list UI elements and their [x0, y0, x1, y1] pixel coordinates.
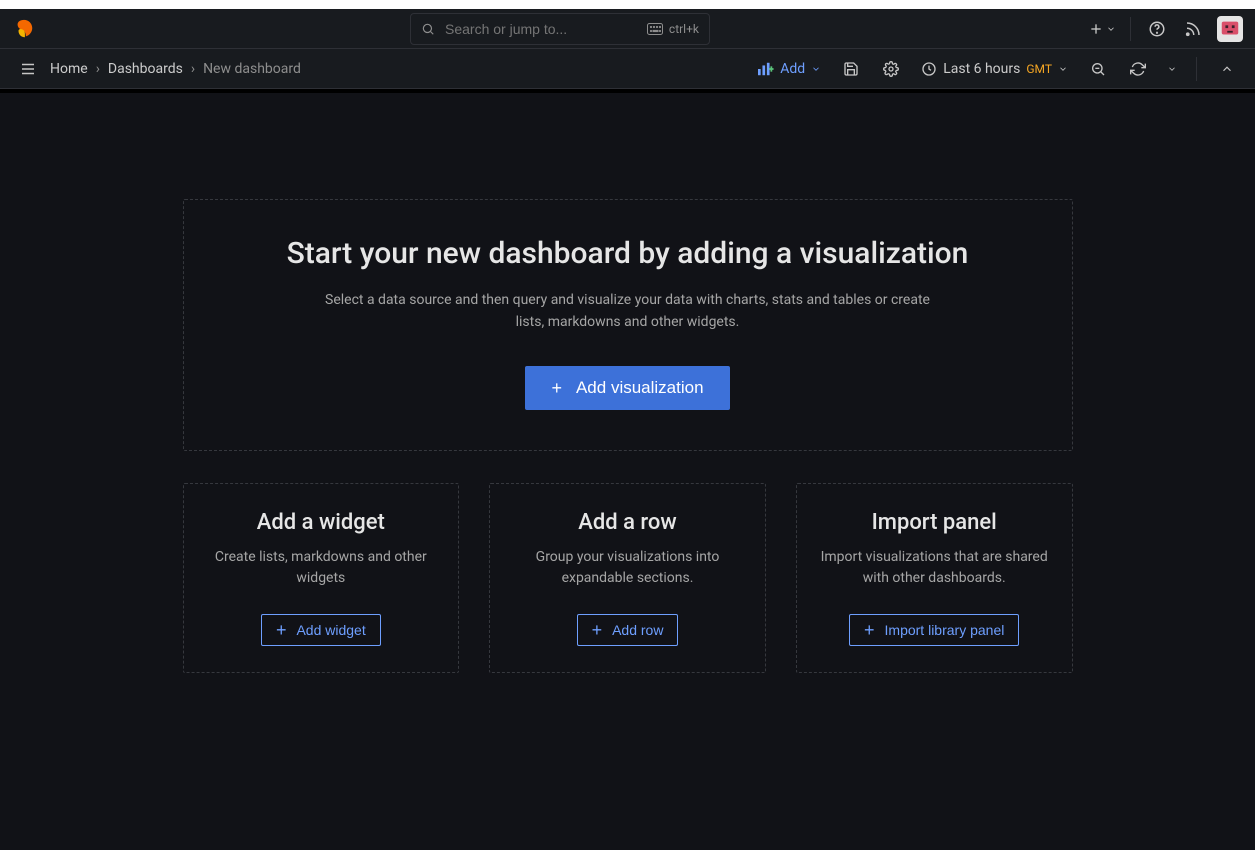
chevron-down-icon — [1058, 64, 1068, 74]
card-title: Add a widget — [202, 510, 441, 535]
breadcrumb-current: New dashboard — [203, 61, 301, 77]
card-add-widget: Add a widget Create lists, markdowns and… — [183, 483, 460, 673]
button-label: Add widget — [296, 622, 365, 638]
card-add-row: Add a row Group your visualizations into… — [489, 483, 766, 673]
card-description: Create lists, markdowns and other widget… — [202, 547, 441, 590]
save-dashboard-button[interactable] — [835, 53, 867, 85]
chevron-down-icon — [1167, 64, 1177, 74]
button-label: Add row — [612, 622, 663, 638]
card-title: Add a row — [508, 510, 747, 535]
breadcrumb-dashboards[interactable]: Dashboards — [108, 61, 183, 77]
breadcrumb-home[interactable]: Home — [50, 61, 88, 77]
search-input[interactable] — [443, 20, 639, 38]
button-label: Add visualization — [576, 378, 704, 398]
global-search[interactable]: ctrl+k — [410, 13, 710, 45]
keyboard-icon — [647, 23, 663, 35]
plus-icon: + — [551, 379, 562, 397]
add-row-button[interactable]: + Add row — [577, 614, 679, 646]
chevron-down-icon — [1106, 24, 1116, 34]
help-button[interactable] — [1141, 13, 1173, 45]
dashboard-settings-button[interactable] — [875, 53, 907, 85]
card-title: Import panel — [815, 510, 1054, 535]
plus-icon: + — [276, 621, 287, 639]
page-toolbar: Home › Dashboards › New dashboard Add — [0, 49, 1255, 89]
divider — [1130, 17, 1131, 41]
hotkey-hint: ctrl+k — [647, 22, 699, 36]
plus-icon: + — [592, 621, 603, 639]
timezone-badge: GMT — [1026, 62, 1052, 76]
refresh-interval-dropdown[interactable] — [1162, 53, 1182, 85]
chevron-down-icon — [811, 64, 821, 74]
card-description: Group your visualizations into expandabl… — [508, 547, 747, 590]
time-range-picker[interactable]: Last 6 hours GMT — [915, 57, 1074, 81]
button-label: Import library panel — [885, 622, 1005, 638]
empty-state-description: Select a data source and then query and … — [318, 289, 938, 334]
browser-chrome-strip — [0, 0, 1255, 9]
add-widget-button[interactable]: + Add widget — [261, 614, 381, 646]
card-import-panel: Import panel Import visualizations that … — [796, 483, 1073, 673]
grafana-logo[interactable] — [12, 17, 36, 41]
time-range-label: Last 6 hours — [943, 61, 1020, 77]
add-visualization-button[interactable]: + Add visualization — [525, 366, 729, 410]
add-panel-dropdown[interactable]: Add — [752, 57, 827, 81]
new-menu-button[interactable] — [1084, 13, 1120, 45]
zoom-out-button[interactable] — [1082, 53, 1114, 85]
breadcrumb-sep: › — [96, 61, 100, 77]
empty-state-card: Start your new dashboard by adding a vis… — [183, 199, 1073, 451]
breadcrumb: Home › Dashboards › New dashboard — [50, 61, 301, 77]
plus-icon: + — [864, 621, 875, 639]
search-icon — [421, 22, 435, 36]
user-avatar[interactable] — [1217, 16, 1243, 42]
empty-state-title: Start your new dashboard by adding a vis… — [208, 236, 1048, 271]
bar-chart-icon — [758, 62, 774, 76]
breadcrumb-sep: › — [191, 61, 195, 77]
collapse-toolbar-button[interactable] — [1211, 53, 1243, 85]
dashboard-content: Start your new dashboard by adding a vis… — [0, 93, 1255, 697]
card-description: Import visualizations that are shared wi… — [815, 547, 1054, 590]
clock-icon — [921, 61, 937, 77]
refresh-button[interactable] — [1122, 53, 1154, 85]
divider — [1196, 57, 1197, 81]
menu-toggle-button[interactable] — [12, 53, 44, 85]
add-label: Add — [780, 61, 805, 77]
news-button[interactable] — [1177, 13, 1209, 45]
import-library-panel-button[interactable]: + Import library panel — [849, 614, 1019, 646]
topbar: ctrl+k — [0, 9, 1255, 49]
